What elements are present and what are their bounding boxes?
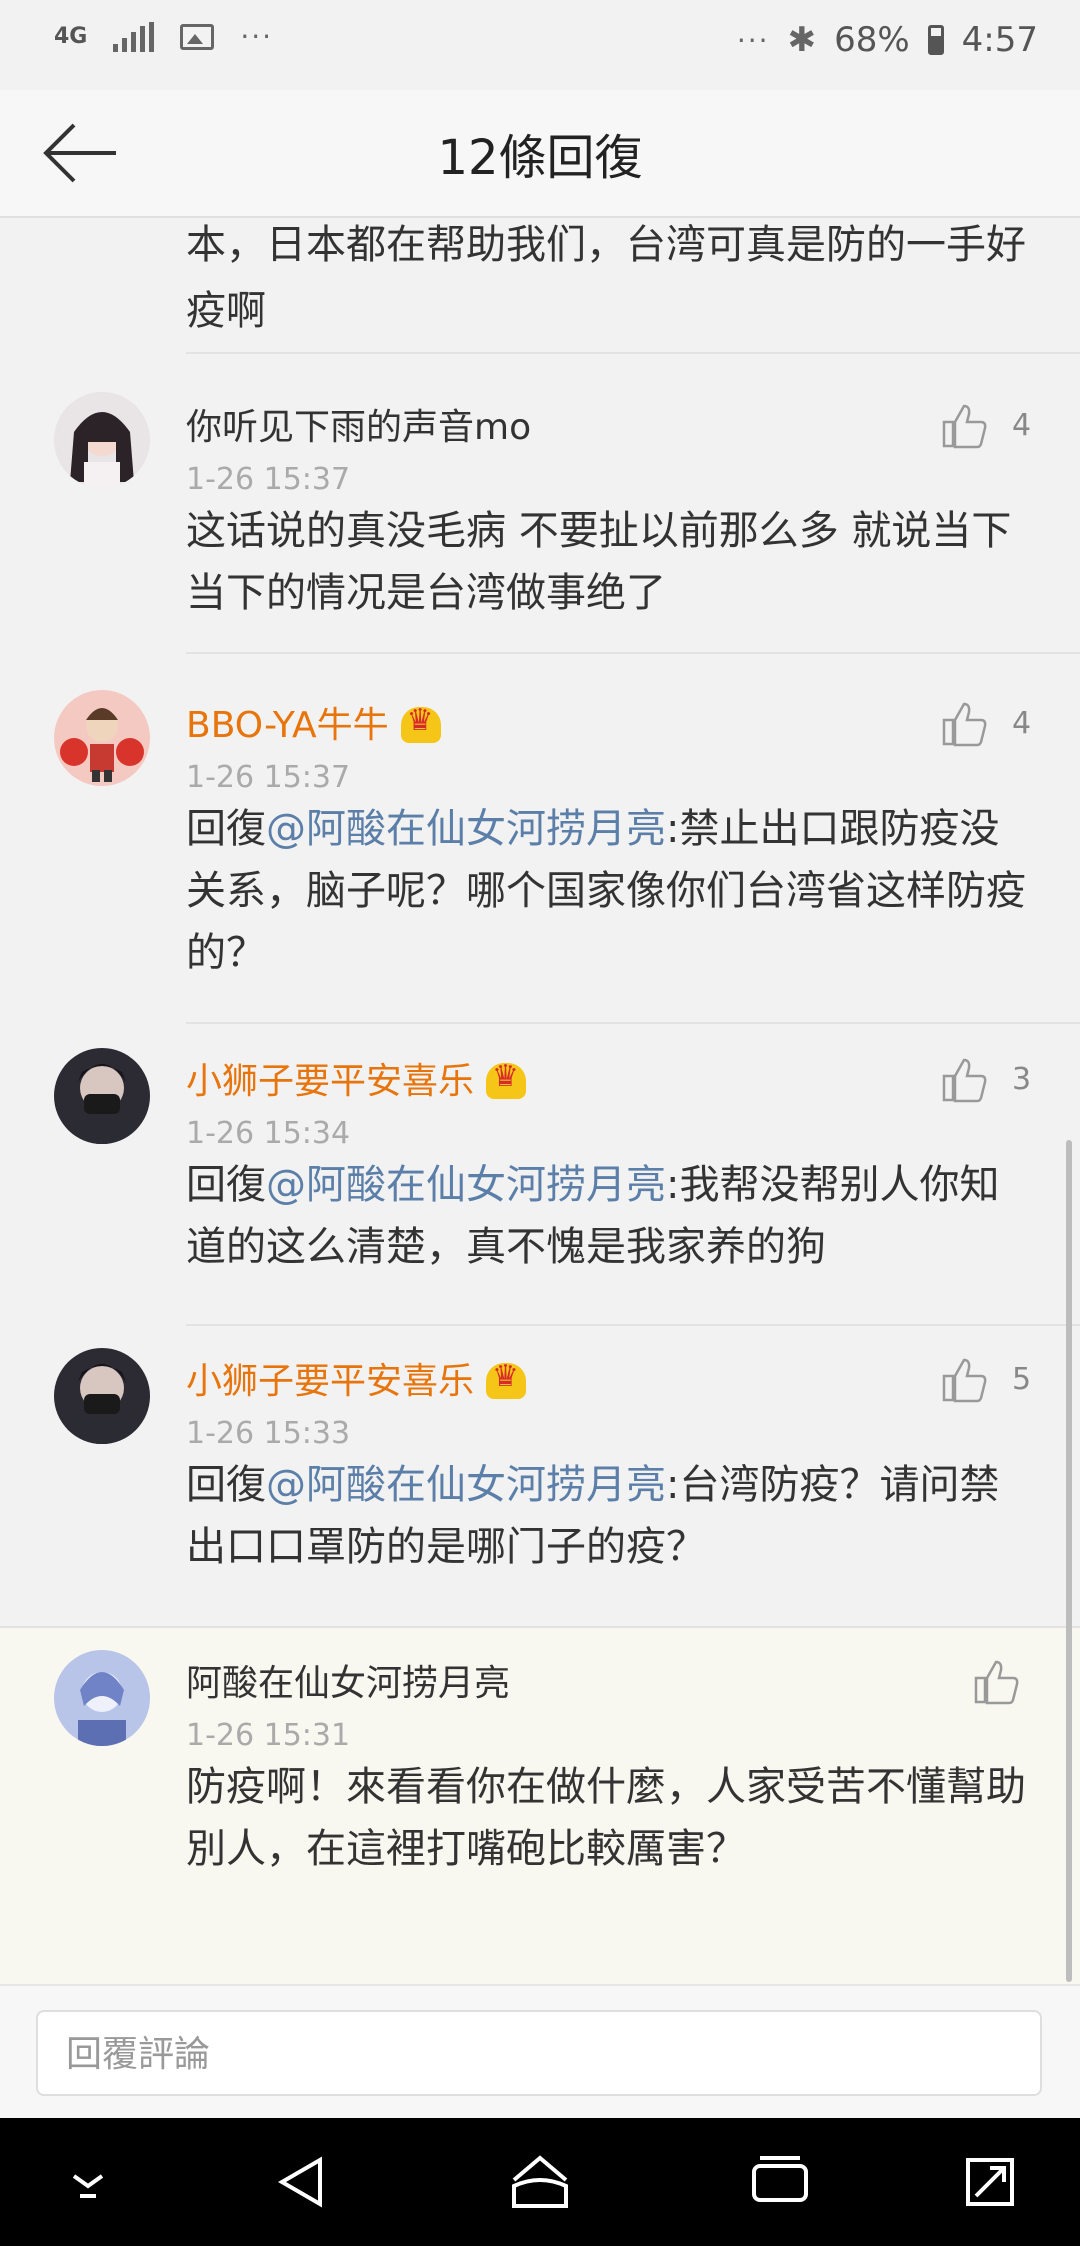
like-count: 5 [1012, 1362, 1032, 1397]
page-title: 12條回復 [437, 130, 643, 186]
comment-time: 1-26 15:33 [186, 1416, 351, 1451]
app-header: 12條回復 [0, 90, 1080, 218]
reply-bar: 回覆評論 [0, 1984, 1080, 2120]
comment-list[interactable]: 本，日本都在帮助我们，台湾可真是防的一手好疫啊 你听见下雨的声音mo 4 1-2… [0, 216, 1080, 1984]
like-count: 4 [1012, 706, 1032, 741]
system-nav-bar [0, 2118, 1080, 2246]
username-text: 小狮子要平安喜乐 [186, 1061, 475, 1102]
mention-link[interactable]: @阿酸在仙女河捞月亮 [266, 1162, 666, 1208]
comment-content: 回復@阿酸在仙女河捞月亮:台湾防疫？请问禁出口口罩防的是哪门子的疫？ [186, 1454, 1036, 1578]
thumbs-up-icon[interactable] [972, 1658, 1022, 1706]
avatar[interactable] [54, 392, 150, 488]
reply-prefix: 回復 [186, 1162, 266, 1208]
thumbs-up-icon[interactable] [940, 700, 990, 748]
nav-recents-icon[interactable] [748, 2152, 812, 2212]
comment-time: 1-26 15:34 [186, 1116, 351, 1151]
username[interactable]: 你听见下雨的声音mo [186, 398, 531, 450]
username-text: 小狮子要平安喜乐 [186, 1361, 475, 1402]
comment-time: 1-26 15:37 [186, 462, 351, 497]
battery-icon [927, 25, 944, 55]
thumbs-up-icon[interactable] [940, 1356, 990, 1404]
nav-home-icon[interactable] [508, 2152, 572, 2212]
mention-link[interactable]: @阿酸在仙女河捞月亮 [266, 1462, 666, 1508]
comment-content: 这话说的真没毛病 不要扯以前那么多 就说当下 当下的情况是台湾做事绝了 [186, 508, 1012, 616]
comment-time: 1-26 15:31 [186, 1718, 351, 1753]
comment-content: 回復@阿酸在仙女河捞月亮:禁止出口跟防疫没关系，脑子呢？哪个国家像你们台湾省这样… [186, 798, 1036, 984]
crown-icon [486, 1059, 527, 1099]
avatar[interactable] [54, 1048, 150, 1144]
reply-input[interactable]: 回覆評論 [36, 2010, 1042, 2096]
gallery-notification-icon [180, 23, 215, 50]
crown-icon [400, 703, 441, 743]
crown-icon [486, 1359, 527, 1399]
comment-item: BBO-YA牛牛 4 1-26 15:37 回復@阿酸在仙女河捞月亮:禁止出口跟… [0, 654, 1080, 1024]
nav-expand-icon[interactable] [958, 2152, 1022, 2212]
avatar[interactable] [54, 690, 150, 786]
thumbs-up-icon[interactable] [940, 402, 990, 450]
signal-icon [113, 21, 155, 52]
avatar[interactable] [54, 1348, 150, 1444]
network-type: 4G [54, 23, 88, 49]
comment-content: 本，日本都在帮助我们，台湾可真是防的一手好疫啊 [186, 222, 1026, 334]
avatar[interactable] [54, 1650, 150, 1746]
comment-item: 本，日本都在帮助我们，台湾可真是防的一手好疫啊 [0, 216, 1080, 354]
username[interactable]: BBO-YA牛牛 [186, 696, 441, 748]
username-text: BBO-YA牛牛 [186, 705, 389, 746]
like-count: 3 [1012, 1062, 1032, 1097]
thumbs-up-icon[interactable] [940, 1056, 990, 1104]
like-count: 4 [1012, 408, 1032, 443]
clock: 4:57 [961, 20, 1038, 60]
username[interactable]: 小狮子要平安喜乐 [186, 1052, 527, 1104]
reply-prefix: 回復 [186, 1462, 266, 1508]
comment-content: 回復@阿酸在仙女河捞月亮:我帮没帮别人你知道的这么清楚，真不愧是我家养的狗 [186, 1154, 1036, 1278]
mention-link[interactable]: @阿酸在仙女河捞月亮 [266, 806, 666, 852]
comment-item: 小狮子要平安喜乐 3 1-26 15:34 回復@阿酸在仙女河捞月亮:我帮没帮别… [0, 1024, 1080, 1326]
username[interactable]: 小狮子要平安喜乐 [186, 1352, 527, 1404]
more-status-icon: ··· [736, 23, 770, 57]
more-notifications-icon: ··· [240, 20, 274, 53]
bluetooth-icon: ✱ [787, 20, 817, 60]
reply-prefix: 回復 [186, 806, 266, 852]
status-bar: 4G ··· ··· ✱ 68% 4:57 [0, 0, 1080, 90]
nav-back-icon[interactable] [270, 2152, 334, 2212]
scrollbar[interactable] [1066, 1140, 1072, 1982]
comment-item: 小狮子要平安喜乐 5 1-26 15:33 回復@阿酸在仙女河捞月亮:台湾防疫？… [0, 1326, 1080, 1626]
comment-item-highlighted: 阿酸在仙女河捞月亮 1-26 15:31 防疫啊！來看看你在做什麼，人家受苦不懂… [0, 1626, 1080, 1984]
comment-item: 你听见下雨的声音mo 4 1-26 15:37 这话说的真没毛病 不要扯以前那么… [0, 354, 1080, 654]
username[interactable]: 阿酸在仙女河捞月亮 [186, 1654, 510, 1706]
comment-time: 1-26 15:37 [186, 760, 351, 795]
battery-percent: 68% [834, 20, 910, 60]
comment-content: 防疫啊！來看看你在做什麼，人家受苦不懂幫助別人，在這裡打嘴砲比較厲害？ [186, 1764, 1026, 1872]
nav-down-icon[interactable] [56, 2152, 120, 2212]
